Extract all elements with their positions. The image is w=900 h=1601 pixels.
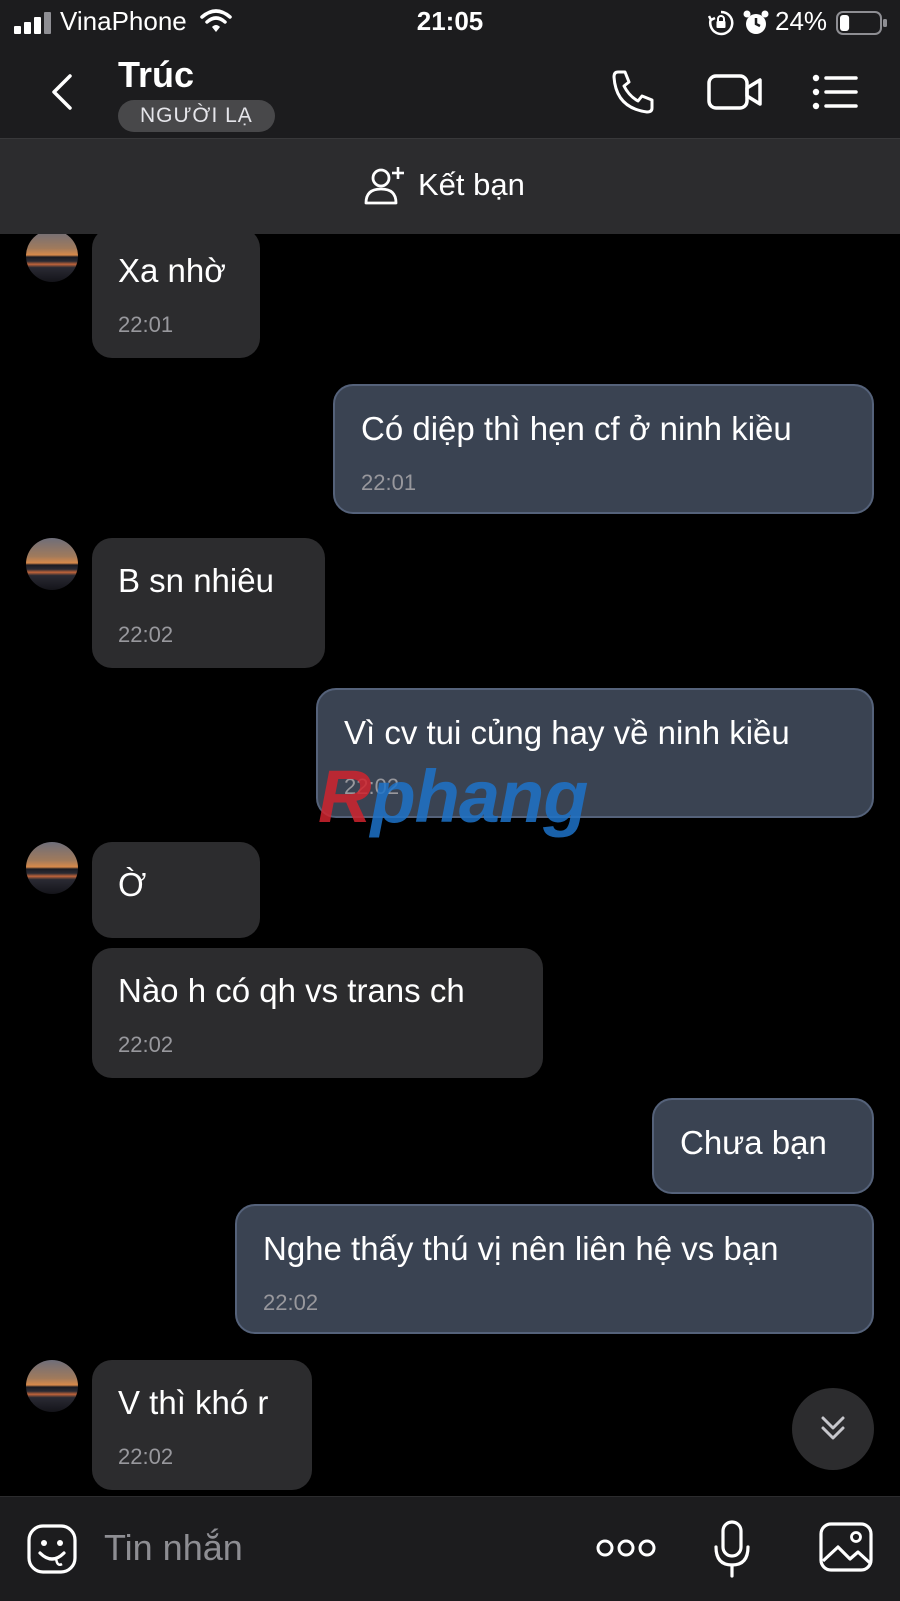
scroll-down-button[interactable]	[792, 1388, 874, 1470]
image-icon[interactable]	[818, 1521, 874, 1573]
message-input-bar	[0, 1496, 900, 1601]
message-input[interactable]	[102, 1519, 546, 1577]
add-friend-button[interactable]: Kết bạn	[0, 139, 900, 234]
more-icon[interactable]	[596, 1535, 656, 1561]
message-text: Vì cv tui củng hay về ninh kiều	[344, 714, 790, 751]
message-bubble-outgoing[interactable]: Có diệp thì hẹn cf ở ninh kiều 22:01	[333, 384, 874, 514]
message-text: Chưa bạn	[680, 1124, 827, 1161]
add-user-icon	[364, 167, 404, 205]
message-text: Xa nhờ	[118, 252, 226, 289]
chat-header: Trúc NGƯỜI LẠ	[0, 46, 900, 139]
message-time: 22:02	[344, 774, 400, 799]
message-time: 22:01	[361, 470, 417, 495]
message-bubble-outgoing[interactable]: Vì cv tui củng hay về ninh kiều 22:02	[316, 688, 874, 818]
message-bubble-incoming[interactable]: Ờ	[92, 842, 260, 938]
message-text: Nào h có qh vs trans ch	[118, 972, 465, 1009]
message-bubble-incoming[interactable]: Nào h có qh vs trans ch 22:02	[92, 948, 543, 1078]
message-time: 22:02	[118, 1032, 174, 1057]
rotation-lock-icon	[708, 10, 734, 36]
message-text: Nghe thấy thú vị nên liên hệ vs bạn	[263, 1230, 779, 1267]
message-bubble-outgoing[interactable]: Nghe thấy thú vị nên liên hệ vs bạn 22:0…	[235, 1204, 874, 1334]
message-time: 22:01	[118, 312, 174, 337]
alarm-icon	[743, 10, 769, 34]
contact-avatar[interactable]	[26, 842, 78, 894]
message-text: B sn nhiêu	[118, 562, 274, 599]
message-bubble-incoming[interactable]: B sn nhiêu 22:02	[92, 538, 325, 668]
battery-icon	[836, 11, 887, 35]
contact-avatar[interactable]	[26, 234, 78, 282]
message-text: Ờ	[118, 866, 147, 903]
message-time: 22:02	[118, 622, 174, 647]
back-icon[interactable]	[40, 68, 88, 116]
message-text: Có diệp thì hẹn cf ở ninh kiều	[361, 410, 792, 447]
emoji-icon[interactable]	[26, 1523, 78, 1575]
video-icon[interactable]	[706, 68, 764, 116]
phone-icon[interactable]	[608, 68, 658, 116]
message-list[interactable]: Xa nhờ 22:01 Có diệp thì hẹn cf ở ninh k…	[0, 234, 900, 1496]
contact-avatar[interactable]	[26, 538, 78, 590]
message-text: V thì khó r	[118, 1384, 269, 1421]
list-icon[interactable]	[810, 68, 860, 116]
status-bar: VinaPhone 21:05 24%	[0, 0, 900, 46]
add-friend-label: Kết bạn	[418, 167, 525, 202]
contact-avatar[interactable]	[26, 1360, 78, 1412]
contact-name[interactable]: Trúc	[118, 54, 194, 96]
message-bubble-outgoing[interactable]: Chưa bạn	[652, 1098, 874, 1194]
battery-percent: 24%	[775, 6, 828, 36]
microphone-icon[interactable]	[712, 1519, 752, 1579]
message-time: 22:02	[263, 1290, 319, 1315]
message-bubble-incoming[interactable]: V thì khó r 22:02	[92, 1360, 312, 1490]
stranger-badge: NGƯỜI LẠ	[118, 100, 275, 132]
double-chevron-down-icon	[821, 1416, 845, 1440]
message-bubble-incoming[interactable]: Xa nhờ 22:01	[92, 234, 260, 358]
message-time: 22:02	[118, 1444, 174, 1469]
